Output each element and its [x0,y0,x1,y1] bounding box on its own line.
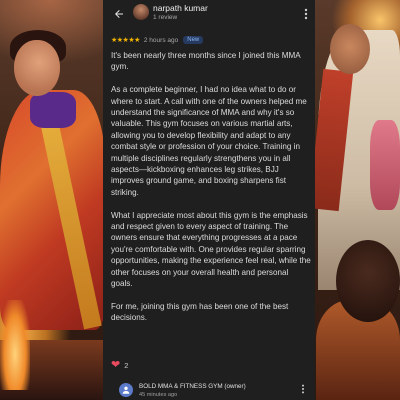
background-figure-right-face [330,24,370,74]
heart-icon[interactable]: ❤ [111,360,120,371]
background-head-right [336,240,400,322]
star-rating: ★★★★★ [111,37,140,44]
owner-reply: BOLD MMA & FITNESS GYM (owner) 45 minute… [103,380,315,400]
background-flame [0,300,30,390]
background-figure-child [370,120,400,210]
review-paragraph: As a complete beginner, I had no idea wh… [111,85,307,197]
background-figure-blouse [30,92,76,128]
reviewer-name[interactable]: narpath kumar [153,3,208,13]
more-vert-icon[interactable] [301,384,305,396]
review-time: 2 hours ago [143,36,179,44]
background-figure-face [14,40,60,96]
owner-avatar[interactable] [119,383,133,397]
like-count: 2 [124,361,129,370]
owner-name: BOLD MMA & FITNESS GYM (owner) [139,383,246,390]
review-card: narpath kumar 1 review ★★★★★ 2 hours ago… [103,0,315,400]
review-paragraph: For me, joining this gym has been one of… [111,301,289,323]
reviewer-review-count: 1 review [153,14,178,21]
review-paragraph: What I appreciate most about this gym is… [111,210,311,289]
review-text: It's been nearly three months since I jo… [111,50,311,335]
review-header: narpath kumar 1 review [103,0,315,30]
review-paragraph: It's been nearly three months since I jo… [111,51,301,72]
reviewer-avatar[interactable] [133,4,149,20]
new-badge: New [183,36,204,44]
arrow-back-icon[interactable] [111,6,127,22]
like-button[interactable]: ❤ 2 [111,360,128,371]
more-vert-icon[interactable] [303,8,309,22]
owner-reply-time: 45 minutes ago [139,392,178,398]
review-meta: ★★★★★ 2 hours ago New [111,34,204,46]
